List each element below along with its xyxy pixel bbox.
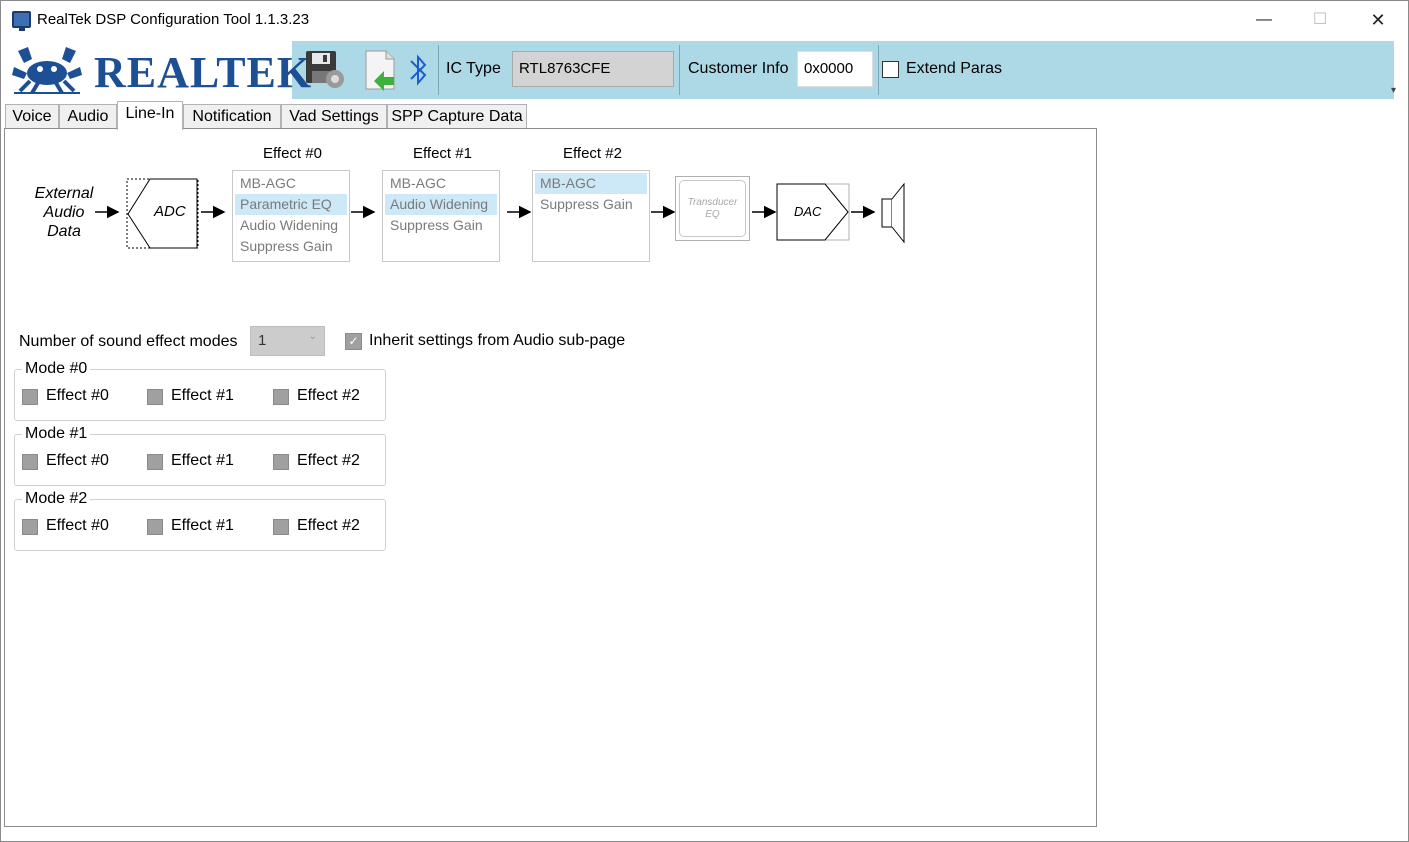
mode-2-group: Mode #2 Effect #0 Effect #1 Effect #2 [14,490,386,551]
adc-label: ADC [154,203,186,220]
toolbar-separator [438,45,439,95]
window-title: RealTek DSP Configuration Tool 1.1.3.23 [37,11,310,28]
ic-type-label: IC Type [446,60,501,77]
signal-flow-diagram: External Audio Data ADC DAC Effect #0 MB… [5,129,1098,279]
mode-count-label: Number of sound effect modes [19,333,238,350]
checkbox[interactable] [22,519,38,535]
checkbox[interactable] [273,519,289,535]
toolbar: REALTEK IC Type RTL8763CFE Customer Info… [6,41,1394,99]
tab-vad-settings[interactable]: Vad Settings [281,104,387,129]
toolbar-overflow-icon[interactable]: ▾ [1391,85,1396,96]
toolbar-separator [878,45,879,95]
app-icon [12,11,31,31]
tab-voice[interactable]: Voice [5,104,59,129]
maximize-button[interactable]: ☐ [1297,6,1343,34]
inherit-settings-label[interactable]: Inherit settings from Audio sub-page [369,332,625,350]
checkbox[interactable] [147,519,163,535]
customer-info-field[interactable]: 0x0000 [797,51,873,87]
line-in-panel: External Audio Data ADC DAC Effect #0 MB… [4,128,1097,827]
ic-type-field[interactable]: RTL8763CFE [512,51,674,87]
crab-emblem-icon [12,47,82,95]
mode-2-title: Mode #2 [22,490,91,508]
list-item[interactable]: MB-AGC [535,173,647,194]
effect-2-list[interactable]: MB-AGC Suppress Gain [532,170,650,262]
chevron-down-icon: ⌄ [308,331,317,342]
bluetooth-icon[interactable] [406,47,432,93]
realtek-logo: REALTEK [6,41,311,99]
tab-spp-capture-data[interactable]: SPP Capture Data [387,104,527,129]
list-item[interactable]: MB-AGC [235,173,347,194]
list-item[interactable]: Suppress Gain [235,236,347,257]
effect-1-list[interactable]: MB-AGC Audio Widening Suppress Gain [382,170,500,262]
transducer-eq-label: Transducer EQ [679,180,746,237]
speaker-icon [881,182,905,244]
inherit-settings-checkbox[interactable]: ✓ [345,333,362,350]
effect-0-list[interactable]: MB-AGC Parametric EQ Audio Widening Supp… [232,170,350,262]
checkbox[interactable] [273,454,289,470]
checkbox[interactable] [22,389,38,405]
logo-text: REALTEK [94,48,313,97]
mode-0-title: Mode #0 [22,360,91,378]
effect-1-title: Effect #1 [413,145,472,162]
effect-0-title: Effect #0 [263,145,322,162]
tab-line-in[interactable]: Line-In [117,101,183,130]
extend-paras-label[interactable]: Extend Paras [906,60,1002,78]
list-item[interactable]: Suppress Gain [535,194,647,215]
customer-info-label: Customer Info [688,60,789,77]
list-item[interactable]: MB-AGC [385,173,497,194]
close-button[interactable]: ✕ [1355,6,1401,34]
extend-paras-checkbox[interactable] [882,61,899,78]
checkbox[interactable] [147,454,163,470]
mode-count-value: 1 [258,332,267,349]
transducer-eq-block[interactable]: Transducer EQ [675,176,750,241]
title-bar: RealTek DSP Configuration Tool 1.1.3.23 … [1,1,1408,39]
mode-0-group: Mode #0 Effect #0 Effect #1 Effect #2 [14,360,386,421]
app-window: RealTek DSP Configuration Tool 1.1.3.23 … [0,0,1409,842]
toolbar-separator [679,45,680,95]
mode-1-title: Mode #1 [22,425,91,443]
checkbox[interactable] [273,389,289,405]
dac-label: DAC [794,204,822,219]
list-item[interactable]: Parametric EQ [235,194,347,215]
list-item[interactable]: Audio Widening [235,215,347,236]
minimize-button[interactable]: — [1241,6,1287,34]
load-config-icon[interactable] [358,47,402,93]
effect-2-title: Effect #2 [563,145,622,162]
checkbox[interactable] [147,389,163,405]
list-item[interactable]: Suppress Gain [385,215,497,236]
tab-audio[interactable]: Audio [59,104,117,129]
tab-notification[interactable]: Notification [183,104,281,129]
save-config-icon[interactable] [304,47,348,93]
list-item[interactable]: Audio Widening [385,194,497,215]
mode-1-group: Mode #1 Effect #0 Effect #1 Effect #2 [14,425,386,486]
mode-count-select[interactable]: 1 ⌄ [250,326,325,356]
checkbox[interactable] [22,454,38,470]
